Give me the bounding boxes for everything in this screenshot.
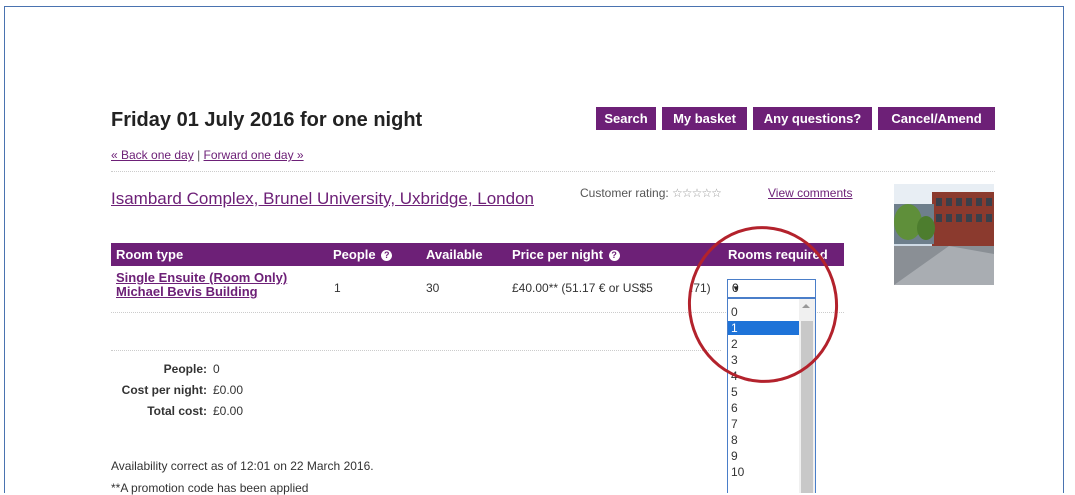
star-rating-icon: ☆☆☆☆☆: [672, 186, 722, 200]
back-one-day-link[interactable]: « Back one day: [111, 148, 194, 162]
col-price-label: Price per night: [512, 247, 604, 262]
property-photo[interactable]: [894, 184, 994, 285]
view-comments-link[interactable]: View comments: [768, 186, 852, 200]
summary-divider: [111, 350, 721, 351]
col-available: Available: [426, 247, 483, 262]
room-type-link[interactable]: Single Ensuite (Room Only) Michael Bevis…: [116, 271, 287, 299]
any-questions-button[interactable]: Any questions?: [753, 107, 872, 130]
col-room-type: Room type: [116, 247, 184, 262]
cost-per-night-value: £0.00: [213, 383, 244, 397]
customer-rating: Customer rating: ☆☆☆☆☆: [580, 186, 722, 200]
rating-label: Customer rating:: [580, 186, 669, 200]
dropdown-option[interactable]: 9: [728, 449, 799, 463]
divider: [111, 171, 995, 172]
cost-per-night-label: Cost per night:: [121, 383, 207, 397]
col-people: People ?: [333, 247, 393, 262]
room-building-name[interactable]: Michael Bevis Building: [116, 285, 287, 299]
room-type-name[interactable]: Single Ensuite (Room Only): [116, 271, 287, 285]
dropdown-option[interactable]: 7: [728, 417, 799, 431]
dropdown-option[interactable]: 10: [728, 465, 799, 479]
total-cost-value: £0.00: [213, 404, 244, 418]
search-button[interactable]: Search: [596, 107, 656, 130]
day-navigation: « Back one day | Forward one day »: [111, 148, 304, 162]
cancel-amend-button[interactable]: Cancel/Amend: [878, 107, 995, 130]
col-people-label: People: [333, 247, 376, 262]
property-name-link[interactable]: Isambard Complex, Brunel University, Uxb…: [111, 188, 571, 209]
help-icon[interactable]: ?: [608, 250, 620, 262]
people-count: 0: [213, 362, 220, 376]
people-label: People:: [163, 362, 207, 376]
total-cost-label: Total cost:: [147, 404, 207, 418]
dropdown-option[interactable]: 6: [728, 401, 799, 415]
help-icon[interactable]: ?: [381, 250, 393, 262]
price-value: £40.00** (51.17 € or US$5: [512, 281, 653, 295]
daynav-separator: |: [197, 148, 201, 162]
availability-note: Availability correct as of 12:01 on 22 M…: [111, 459, 374, 473]
people-value: 1: [334, 281, 341, 295]
page-title: Friday 01 July 2016 for one night: [111, 109, 423, 131]
my-basket-button[interactable]: My basket: [662, 107, 747, 130]
forward-one-day-link[interactable]: Forward one day »: [204, 148, 304, 162]
dropdown-option[interactable]: 5: [728, 385, 799, 399]
col-price: Price per night ?: [512, 247, 620, 262]
dropdown-option[interactable]: 8: [728, 433, 799, 447]
available-value: 30: [426, 281, 440, 295]
